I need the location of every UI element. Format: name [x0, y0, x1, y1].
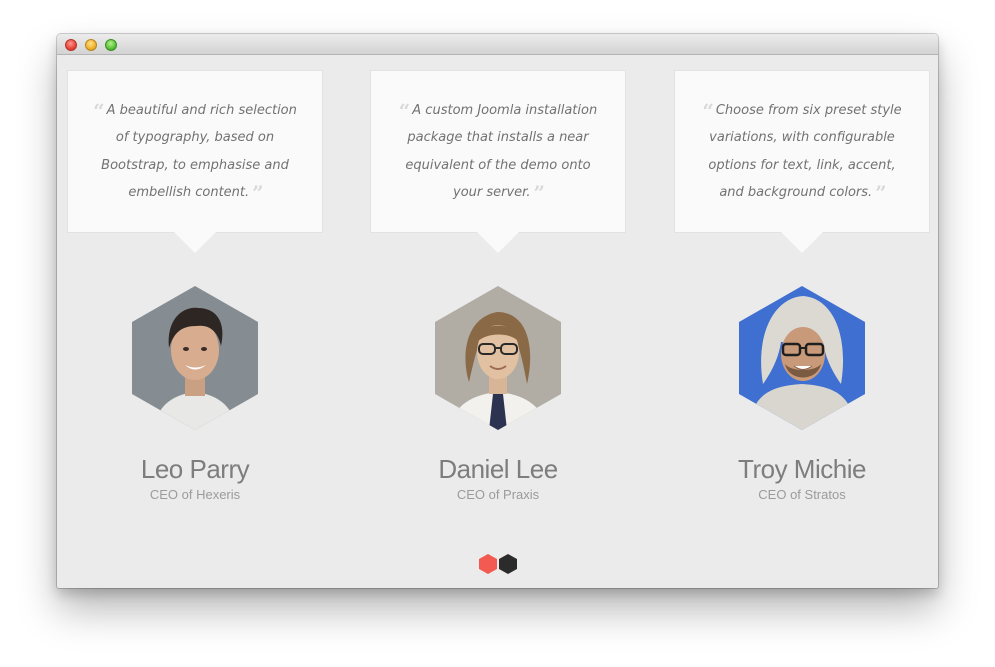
pager-dot-1[interactable] [479, 554, 497, 574]
person-name: Leo Parry [140, 454, 250, 484]
person-role: CEO of Praxis [456, 487, 540, 502]
window-titlebar[interactable] [57, 34, 938, 55]
quote-text: A beautiful and rich selection of typogr… [101, 103, 297, 200]
pager-dot-2[interactable] [499, 554, 517, 574]
person-role: CEO of Stratos [758, 487, 846, 502]
close-traffic-light-icon[interactable] [65, 39, 77, 51]
avatar-leo-parry [132, 286, 258, 430]
avatar-daniel-lee-image [435, 286, 561, 430]
close-quote-icon: ” [875, 180, 886, 205]
avatar-daniel-lee [435, 286, 561, 430]
testimonial-quote: “A beautiful and rich selection of typog… [90, 97, 300, 206]
minimize-traffic-light-icon[interactable] [85, 39, 97, 51]
open-quote-icon: “ [398, 99, 410, 123]
avatar-troy-michie-image [739, 286, 865, 430]
close-quote-icon: ” [533, 180, 544, 205]
testimonial-card-daniel-lee: “A custom Joomla installation package th… [371, 71, 625, 253]
testimonial-card-troy-michie: “Choose from six preset style variations… [675, 71, 929, 253]
browser-window: “A beautiful and rich selection of typog… [57, 34, 938, 588]
person-name: Daniel Lee [438, 454, 558, 484]
person-role: CEO of Hexeris [149, 487, 241, 502]
avatar-leo-parry-image [132, 286, 258, 430]
testimonial-card-leo-parry: “A beautiful and rich selection of typog… [68, 71, 322, 253]
testimonial-quote: “Choose from six preset style variations… [697, 97, 907, 206]
close-quote-icon: ” [252, 180, 263, 205]
avatar-troy-michie [739, 286, 865, 430]
open-quote-icon: “ [702, 99, 713, 123]
open-quote-icon: “ [93, 99, 104, 123]
testimonial-quote: “A custom Joomla installation package th… [393, 97, 603, 206]
quote-text: A custom Joomla installation package tha… [405, 103, 598, 200]
quote-text: Choose from six preset style variations,… [708, 103, 902, 200]
zoom-traffic-light-icon[interactable] [105, 39, 117, 51]
person-name: Troy Michie [738, 454, 866, 484]
